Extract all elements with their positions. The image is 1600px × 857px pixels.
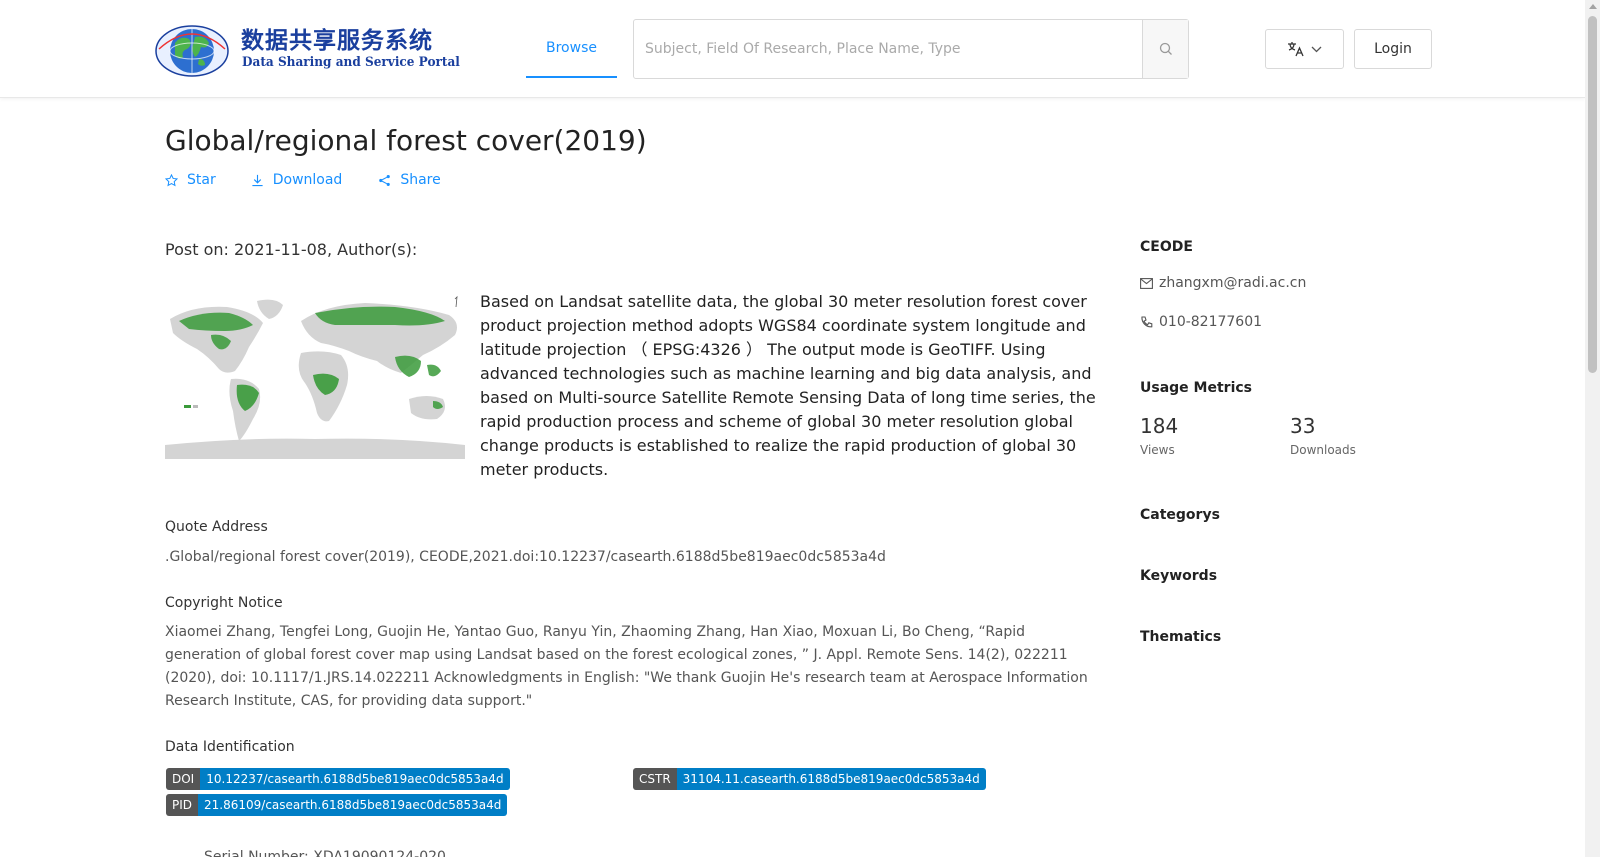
download-icon — [252, 174, 263, 186]
views-label: Views — [1140, 443, 1175, 457]
page-title: Global/regional forest cover(2019) — [165, 124, 647, 157]
downloads-count: 33 — [1290, 414, 1316, 438]
dataset-description: Based on Landsat satellite data, the glo… — [480, 292, 1096, 479]
cstr-badge-key: CSTR — [633, 768, 677, 790]
contact-phone: 010-82177601 — [1140, 314, 1262, 330]
logo-title-cn: 数据共享服务系统 — [241, 28, 433, 54]
logo-title-en: Data Sharing and Service Portal — [242, 55, 460, 70]
serial-number: Serial Number: XDA19090124-020 — [204, 849, 446, 857]
quote-address-text: .Global/regional forest cover(2019), CEO… — [165, 549, 886, 565]
star-label: Star — [187, 172, 216, 188]
translate-icon — [1288, 42, 1304, 57]
forest-cover-map-thumbnail — [165, 295, 465, 463]
contact-phone-text: 010-82177601 — [1159, 314, 1263, 330]
downloads-label: Downloads — [1290, 443, 1356, 457]
login-button[interactable]: Login — [1354, 29, 1432, 69]
phone-icon — [1141, 315, 1153, 327]
top-header: 数据共享服务系统 Data Sharing and Service Portal… — [0, 0, 1585, 98]
language-button[interactable] — [1265, 29, 1344, 69]
share-icon — [379, 174, 391, 186]
contact-email-text: zhangxm@radi.ac.cn — [1159, 275, 1307, 291]
organization-name: CEODE — [1140, 239, 1193, 255]
data-identification-label: Data Identification — [165, 739, 295, 755]
star-button[interactable]: Star — [165, 172, 216, 188]
contact-email[interactable]: zhangxm@radi.ac.cn — [1140, 275, 1306, 291]
pid-badge[interactable]: PID 21.86109/casearth.6188d5be819aec0dc5… — [166, 794, 508, 816]
site-logo[interactable]: 数据共享服务系统 Data Sharing and Service Portal — [153, 19, 460, 81]
globe-logo-icon — [155, 25, 229, 77]
search-button[interactable] — [1142, 20, 1188, 78]
pid-badge-key: PID — [166, 794, 199, 816]
thematics-heading: Thematics — [1140, 629, 1222, 645]
page-scrollbar[interactable] — [1585, 0, 1600, 857]
doi-badge-key: DOI — [166, 768, 201, 790]
share-label: Share — [400, 172, 441, 188]
pid-badge-value: 21.86109/casearth.6188d5be819aec0dc5853a… — [198, 794, 508, 816]
copyright-text: Xiaomei Zhang, Tengfei Long, Guojin He, … — [165, 624, 1088, 709]
share-button[interactable]: Share — [378, 172, 441, 188]
doi-badge-value: 10.12237/casearth.6188d5be819aec0dc5853a… — [200, 768, 510, 790]
star-icon — [165, 173, 178, 186]
scrollbar-thumb[interactable] — [1588, 16, 1597, 373]
categorys-heading: Categorys — [1140, 507, 1220, 523]
search-input[interactable] — [634, 20, 1144, 78]
action-bar: Star Download Share — [165, 172, 441, 188]
nav-browse[interactable]: Browse — [526, 20, 617, 78]
cstr-badge-value: 31104.11.casearth.6188d5be819aec0dc5853a… — [676, 768, 986, 790]
download-label: Download — [272, 172, 343, 188]
keywords-heading: Keywords — [1140, 568, 1218, 584]
download-button[interactable]: Download — [251, 172, 343, 188]
quote-address-label: Quote Address — [165, 519, 268, 535]
usage-metrics-title: Usage Metrics — [1140, 380, 1252, 396]
post-info: Post on: 2021-11-08, Author(s): — [165, 240, 418, 259]
cstr-badge[interactable]: CSTR 31104.11.casearth.6188d5be819aec0dc… — [633, 768, 986, 790]
views-count: 184 — [1140, 414, 1179, 438]
scroll-up-arrow-icon[interactable] — [1589, 4, 1597, 9]
copyright-label: Copyright Notice — [165, 595, 283, 611]
mail-icon — [1140, 277, 1153, 289]
doi-badge[interactable]: DOI 10.12237/casearth.6188d5be819aec0dc5… — [166, 768, 510, 790]
chevron-down-icon — [1311, 46, 1322, 52]
search-box — [633, 19, 1189, 79]
search-icon — [1159, 42, 1172, 55]
